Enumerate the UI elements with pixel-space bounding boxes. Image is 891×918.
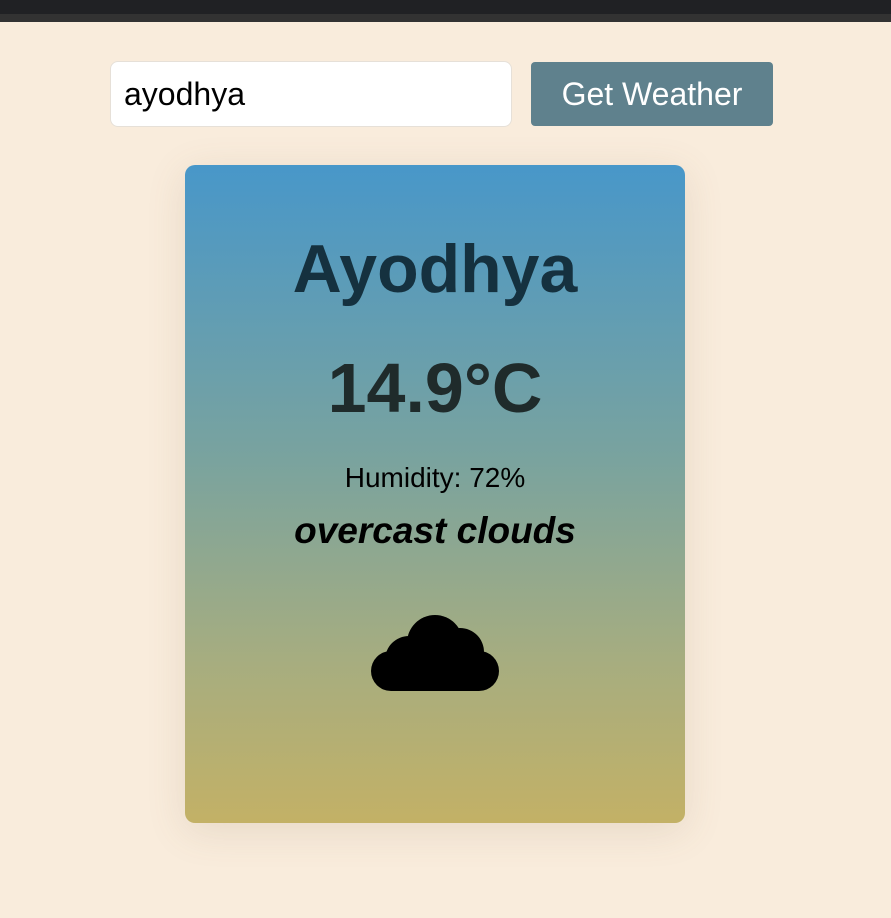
browser-top-bar bbox=[0, 0, 891, 22]
city-name: Ayodhya bbox=[292, 231, 578, 307]
humidity: Humidity: 72% bbox=[344, 462, 526, 493]
weather-description: overcast clouds bbox=[294, 510, 576, 551]
get-weather-button[interactable]: Get Weather bbox=[531, 62, 773, 126]
weather-card: Ayodhya 14.9°C Humidity: 72% overcast cl… bbox=[185, 165, 685, 823]
browser-top-bar-inner bbox=[0, 0, 891, 14]
temperature: 14.9°C bbox=[327, 349, 543, 427]
city-search-input[interactable] bbox=[110, 61, 512, 127]
cloud-icon bbox=[371, 615, 499, 691]
